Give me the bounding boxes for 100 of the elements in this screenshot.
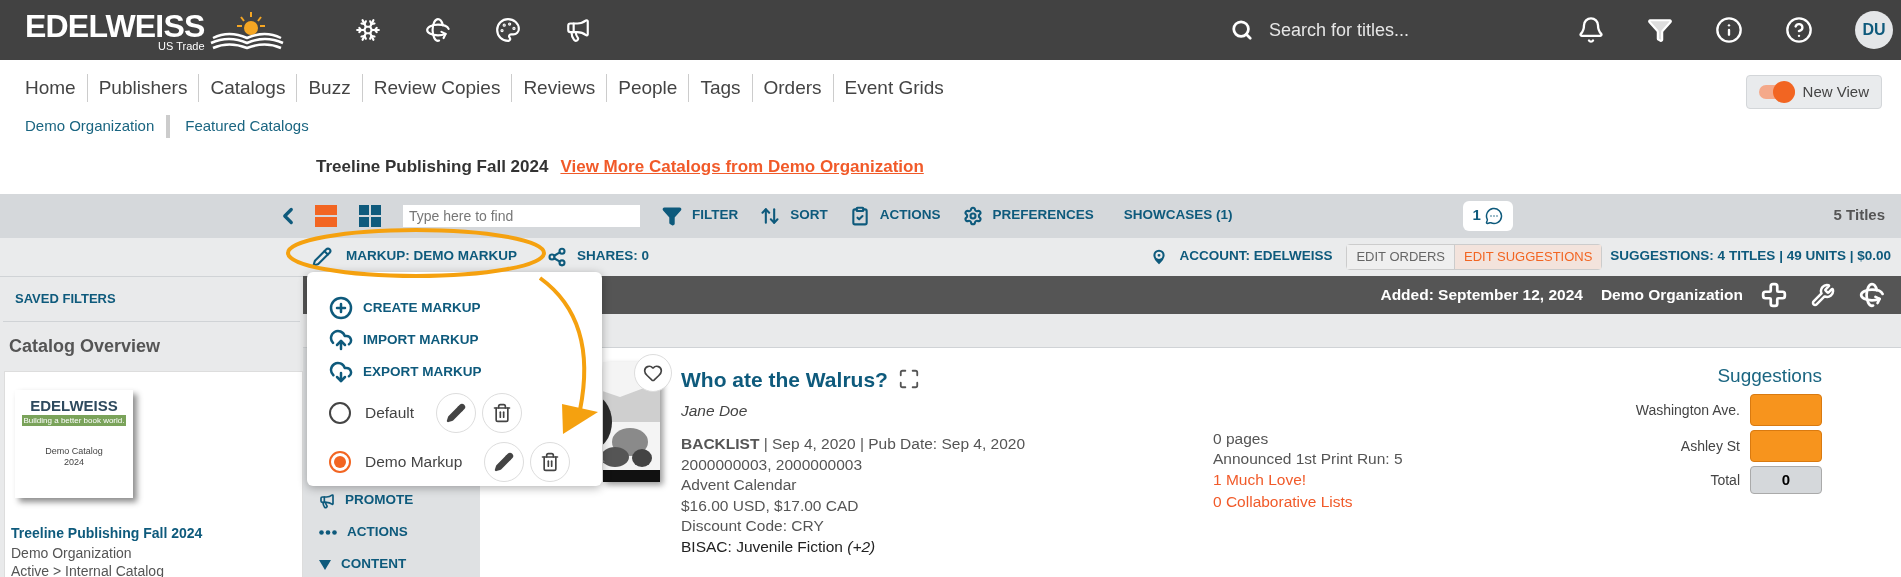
side-menu-item[interactable]: ACTIONS bbox=[347, 522, 408, 543]
nav-link[interactable]: Home bbox=[25, 74, 87, 102]
book-detail: Discount Code: CRY bbox=[681, 516, 825, 537]
rotate-icon[interactable] bbox=[425, 17, 451, 43]
search-icon[interactable] bbox=[1231, 19, 1253, 41]
expand-icon[interactable] bbox=[897, 368, 920, 391]
suggestion-quantity-field[interactable] bbox=[1750, 430, 1822, 462]
book-detail: 2000000003, 2000000003 bbox=[681, 454, 864, 475]
publisher-name: Demo Organization bbox=[1600, 285, 1743, 306]
notifications-icon[interactable] bbox=[1577, 16, 1605, 44]
rotate-icon[interactable] bbox=[1859, 281, 1885, 308]
toolbar-button[interactable]: ACTIONS bbox=[879, 205, 941, 226]
total-value: 0 bbox=[1750, 466, 1822, 494]
markup-command[interactable]: EXPORT MARKUP bbox=[363, 361, 482, 383]
markup-radio[interactable] bbox=[329, 401, 351, 424]
markup-name[interactable]: Demo Markup bbox=[365, 449, 463, 474]
account-label: ACCOUNT: EDELWEISS bbox=[1179, 247, 1333, 266]
filter-icon[interactable] bbox=[662, 205, 682, 226]
book-detail: Advent Calendar bbox=[681, 475, 798, 496]
logo-subtitle: US Trade bbox=[158, 41, 205, 52]
nav-link[interactable]: Event Grids bbox=[832, 74, 955, 102]
help-icon[interactable] bbox=[1785, 16, 1813, 44]
info-icon[interactable] bbox=[1715, 16, 1743, 44]
toolbar-button[interactable]: PREFERENCES bbox=[992, 205, 1094, 226]
catalog-name-link[interactable]: Treeline Publishing Fall 2024 bbox=[11, 522, 302, 544]
catalog-cover[interactable]: EDELWEISS Building a better book world. Demo Catalog 2024 bbox=[15, 389, 133, 498]
side-menu-item[interactable]: CONTENT bbox=[341, 554, 407, 575]
trash-icon bbox=[492, 402, 513, 423]
titles-count: 5 Titles bbox=[1833, 205, 1885, 226]
toolbar-button[interactable]: SORT bbox=[790, 205, 828, 226]
breadcrumb-link[interactable]: Featured Catalogs bbox=[166, 115, 309, 138]
suggestion-quantity-field[interactable] bbox=[1750, 394, 1822, 426]
favorite-button[interactable] bbox=[634, 353, 672, 392]
catalog-overview-heading: Catalog Overview bbox=[9, 334, 161, 358]
book-detail: BACKLIST | Sep 4, 2020 | Pub Date: Sep 4, 2020 bbox=[681, 434, 1027, 455]
added-date: Added: September 12, 2024 bbox=[1380, 285, 1583, 306]
cover-title: Demo Catalog bbox=[45, 445, 103, 457]
catalog-title: Treeline Publishing Fall 2024 bbox=[316, 155, 549, 178]
grid-view-icon[interactable] bbox=[359, 204, 381, 227]
clipboard-check-icon[interactable] bbox=[849, 205, 870, 226]
cross-icon[interactable] bbox=[1761, 281, 1787, 308]
toolbar-button[interactable]: FILTER bbox=[692, 205, 739, 226]
store-label: Ashley St bbox=[1680, 436, 1740, 456]
trash-icon bbox=[540, 451, 561, 472]
logo-wordmark: EDELWEISS bbox=[25, 10, 205, 42]
markup-radio[interactable] bbox=[329, 450, 351, 473]
nav-link[interactable]: Tags bbox=[688, 74, 752, 102]
cover-brand: EDELWEISS bbox=[30, 397, 118, 413]
more-icon bbox=[319, 530, 337, 535]
toolbar-button[interactable]: SHOWCASES (1) bbox=[1123, 205, 1233, 226]
nav-link[interactable]: Review Copies bbox=[361, 74, 512, 102]
megaphone-icon[interactable] bbox=[565, 17, 591, 43]
heart-icon bbox=[643, 362, 663, 383]
cover-tagline: Building a better book world. bbox=[21, 414, 127, 426]
shares-count: SHARES: 0 bbox=[577, 247, 649, 266]
side-menu-item[interactable]: PROMOTE bbox=[345, 490, 414, 511]
markup-command[interactable]: IMPORT MARKUP bbox=[363, 329, 479, 351]
pencil-icon bbox=[446, 402, 467, 423]
book-detail: $16.00 USD, $17.00 CAD bbox=[681, 495, 860, 516]
share-icon[interactable] bbox=[547, 246, 567, 267]
total-label: Total bbox=[1710, 470, 1740, 490]
book-detail: BISAC: Juvenile Fiction (+2) bbox=[681, 536, 877, 557]
suggestions-summary: SUGGESTIONS: 4 TITLES | 49 UNITS | $0.00 bbox=[1610, 247, 1891, 266]
pencil-icon bbox=[494, 451, 515, 472]
new-view-toggle[interactable]: New View bbox=[1745, 75, 1882, 109]
cloud-upload-icon[interactable] bbox=[329, 328, 353, 352]
user-avatar[interactable]: DU bbox=[1855, 11, 1893, 49]
nav-link[interactable]: People bbox=[606, 74, 689, 102]
sort-icon[interactable] bbox=[760, 205, 781, 226]
store-label: Washington Ave. bbox=[1635, 400, 1740, 420]
markup-menu-button[interactable]: MARKUP: DEMO MARKUP bbox=[346, 246, 517, 267]
nav-link[interactable]: Publishers bbox=[86, 74, 199, 102]
book-title-link[interactable]: Who ate the Walrus? bbox=[681, 363, 888, 395]
nav-link[interactable]: Reviews bbox=[511, 74, 607, 102]
suggestions-heading: Suggestions bbox=[1717, 363, 1822, 388]
book-stat: 0 pages bbox=[1213, 428, 1270, 449]
markup-name[interactable]: Default bbox=[365, 400, 415, 425]
book-author: Jane Doe bbox=[681, 401, 749, 421]
add-icon[interactable] bbox=[329, 296, 353, 320]
find-field[interactable]: Type here to find bbox=[403, 204, 640, 227]
saved-filters-heading[interactable]: SAVED FILTERS bbox=[15, 289, 116, 309]
breadcrumb-link[interactable]: Demo Organization bbox=[25, 115, 167, 138]
tools-icon[interactable] bbox=[1811, 282, 1835, 307]
filter-icon[interactable] bbox=[1647, 17, 1673, 43]
collapse-triangle-icon bbox=[319, 559, 331, 570]
book-stat: Announced 1st Print Run: 5 bbox=[1213, 448, 1403, 469]
palette-icon[interactable] bbox=[495, 17, 521, 43]
markup-command[interactable]: CREATE MARKUP bbox=[363, 297, 481, 319]
snowflake-icon[interactable] bbox=[355, 17, 381, 43]
pencil-icon[interactable] bbox=[312, 246, 332, 267]
settings-icon[interactable] bbox=[962, 205, 983, 226]
nav-link[interactable]: Buzz bbox=[296, 74, 362, 102]
cloud-download-icon[interactable] bbox=[329, 360, 353, 384]
comments-button[interactable]: 1 bbox=[1462, 200, 1513, 231]
megaphone-icon bbox=[319, 492, 335, 509]
edit-mode-tab[interactable]: EDIT ORDERS bbox=[1347, 244, 1454, 269]
cover-year: 2024 bbox=[64, 456, 84, 468]
nav-link[interactable]: Orders bbox=[751, 74, 833, 102]
search-field[interactable]: Search for titles... bbox=[1269, 16, 1569, 44]
nav-link[interactable]: Catalogs bbox=[198, 74, 297, 102]
